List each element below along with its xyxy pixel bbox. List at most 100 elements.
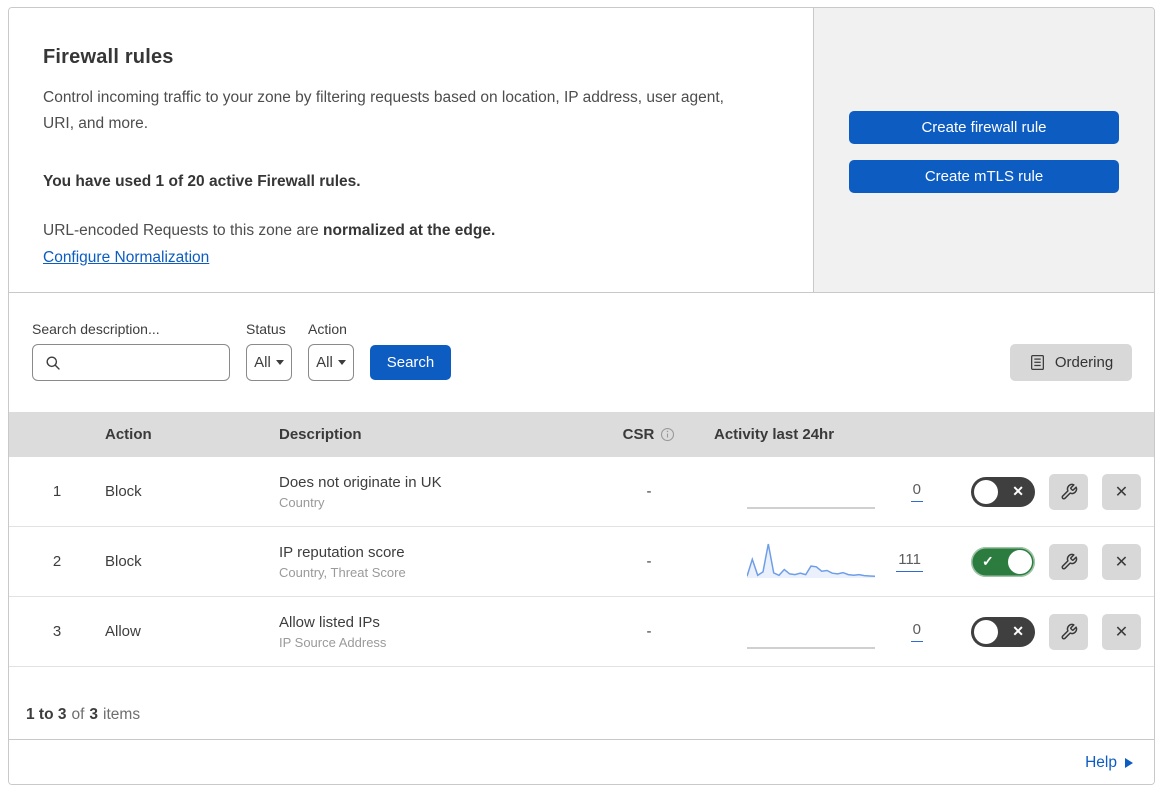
action-dropdown[interactable]: All	[308, 344, 354, 381]
ordering-icon	[1030, 354, 1044, 371]
activity-sparkline	[747, 539, 875, 585]
rule-controls: ✓ ✕	[939, 543, 1154, 580]
delete-rule-button[interactable]: ✕	[1102, 473, 1141, 510]
column-header-csr: CSR	[589, 426, 709, 443]
rule-priority: 3	[52, 623, 62, 640]
action-dropdown-value: All	[316, 354, 333, 371]
help-bar: Help	[9, 740, 1154, 784]
usage-text: You have used 1 of 20 active Firewall ru…	[43, 173, 361, 190]
wrench-icon	[1061, 483, 1077, 499]
normalization-text: URL-encoded Requests to this zone are no…	[43, 222, 773, 240]
csr-label: CSR	[622, 426, 655, 443]
filter-controls: Search description... Status All Action …	[32, 321, 451, 381]
edit-rule-button[interactable]	[1049, 613, 1088, 650]
toggle-knob	[974, 619, 998, 644]
toggle-knob	[974, 479, 998, 504]
status-dropdown-value: All	[254, 354, 271, 371]
activity-count-link[interactable]: 0	[910, 481, 923, 502]
caret-down-icon	[337, 360, 346, 365]
rule-activity-cell: 0	[709, 457, 939, 526]
wrench-icon	[1061, 553, 1077, 569]
close-icon: ✕	[1114, 623, 1129, 641]
table-row: 1 Block Does not originate in UK Country…	[9, 457, 1154, 527]
rule-description-cell: Allow listed IPs IP Source Address	[279, 614, 589, 650]
column-header-action: Action	[105, 426, 152, 443]
rule-controls: ✕ ✕	[939, 473, 1154, 510]
page-title: Firewall rules	[43, 46, 174, 68]
info-icon[interactable]	[660, 427, 675, 442]
rule-controls: ✕ ✕	[939, 613, 1154, 650]
rule-activity-cell: 111	[709, 527, 939, 596]
rule-description[interactable]: Allow listed IPs	[279, 614, 589, 631]
search-button[interactable]: Search	[370, 345, 451, 380]
rule-csr: -	[646, 623, 652, 640]
create-firewall-rule-button[interactable]: Create firewall rule	[849, 111, 1119, 144]
toggle-state-icon: ✕	[1012, 622, 1024, 639]
delete-rule-button[interactable]: ✕	[1102, 613, 1141, 650]
rule-activity-cell: 0	[709, 597, 939, 666]
rule-priority: 2	[52, 553, 62, 570]
action-label: Action	[308, 321, 347, 337]
close-icon: ✕	[1114, 553, 1129, 571]
filter-bar: Search description... Status All Action …	[9, 293, 1154, 412]
help-link[interactable]: Help	[1085, 754, 1133, 772]
rule-csr: -	[646, 483, 652, 500]
pagination-range: 1 to 3	[26, 706, 67, 723]
rule-description[interactable]: IP reputation score	[279, 544, 589, 561]
edit-rule-button[interactable]	[1049, 543, 1088, 580]
rule-description-cell: IP reputation score Country, Threat Scor…	[279, 544, 589, 580]
ordering-button-label: Ordering	[1054, 354, 1114, 371]
status-field: Status All	[246, 321, 292, 381]
search-label: Search description...	[32, 321, 160, 337]
rule-csr: -	[646, 553, 652, 570]
activity-count-link[interactable]: 0	[910, 621, 923, 642]
help-label: Help	[1085, 754, 1117, 771]
actions-panel: Create firewall rule Create mTLS rule	[814, 8, 1154, 292]
rule-enabled-toggle[interactable]: ✕	[971, 476, 1035, 507]
pagination-items: items	[103, 706, 141, 723]
toggle-state-icon: ✓	[982, 552, 994, 569]
rules-table: Action Description CSR Activity last 24h…	[9, 412, 1154, 667]
toggle-knob	[1008, 549, 1032, 574]
search-icon	[46, 356, 60, 370]
rule-enabled-toggle[interactable]: ✕	[971, 616, 1035, 647]
rule-enabled-toggle[interactable]: ✓	[971, 546, 1035, 577]
column-header-description: Description	[279, 426, 362, 443]
pagination-of: of	[71, 706, 85, 723]
search-input[interactable]	[69, 354, 219, 371]
rule-description[interactable]: Does not originate in UK	[279, 474, 589, 491]
create-mtls-rule-button[interactable]: Create mTLS rule	[849, 160, 1119, 193]
rule-fields: Country, Threat Score	[279, 564, 406, 580]
activity-sparkline	[747, 609, 875, 655]
intro-section: Firewall rules Control incoming traffic …	[9, 8, 1154, 293]
rule-action: Block	[105, 483, 142, 500]
activity-sparkline	[747, 469, 875, 515]
table-header-row: Action Description CSR Activity last 24h…	[9, 412, 1154, 457]
normalization-prefix: URL-encoded Requests to this zone are	[43, 222, 324, 239]
delete-rule-button[interactable]: ✕	[1102, 543, 1141, 580]
search-field: Search description...	[32, 321, 230, 381]
help-arrow-icon	[1125, 758, 1133, 768]
rule-fields: Country	[279, 494, 325, 510]
rule-description-cell: Does not originate in UK Country	[279, 474, 589, 510]
firewall-rules-page: Firewall rules Control incoming traffic …	[8, 7, 1155, 785]
action-field: Action All	[308, 321, 354, 381]
edit-rule-button[interactable]	[1049, 473, 1088, 510]
page-description: Control incoming traffic to your zone by…	[43, 89, 724, 132]
rule-action: Block	[105, 553, 142, 570]
wrench-icon	[1061, 623, 1077, 639]
column-header-activity: Activity last 24hr	[714, 426, 835, 443]
status-label: Status	[246, 321, 286, 337]
rule-fields: IP Source Address	[279, 634, 387, 650]
close-icon: ✕	[1114, 483, 1129, 501]
search-input-box[interactable]	[32, 344, 230, 381]
pagination-status: 1 to 3 of 3 items	[9, 667, 1154, 740]
configure-normalization-link[interactable]: Configure Normalization	[43, 249, 209, 267]
intro-card: Firewall rules Control incoming traffic …	[9, 8, 814, 292]
activity-count-link[interactable]: 111	[896, 551, 923, 572]
toggle-state-icon: ✕	[1012, 482, 1024, 499]
normalization-bold: normalized at the edge.	[323, 222, 496, 239]
pagination-total: 3	[89, 706, 99, 723]
status-dropdown[interactable]: All	[246, 344, 292, 381]
ordering-button[interactable]: Ordering	[1010, 344, 1132, 381]
